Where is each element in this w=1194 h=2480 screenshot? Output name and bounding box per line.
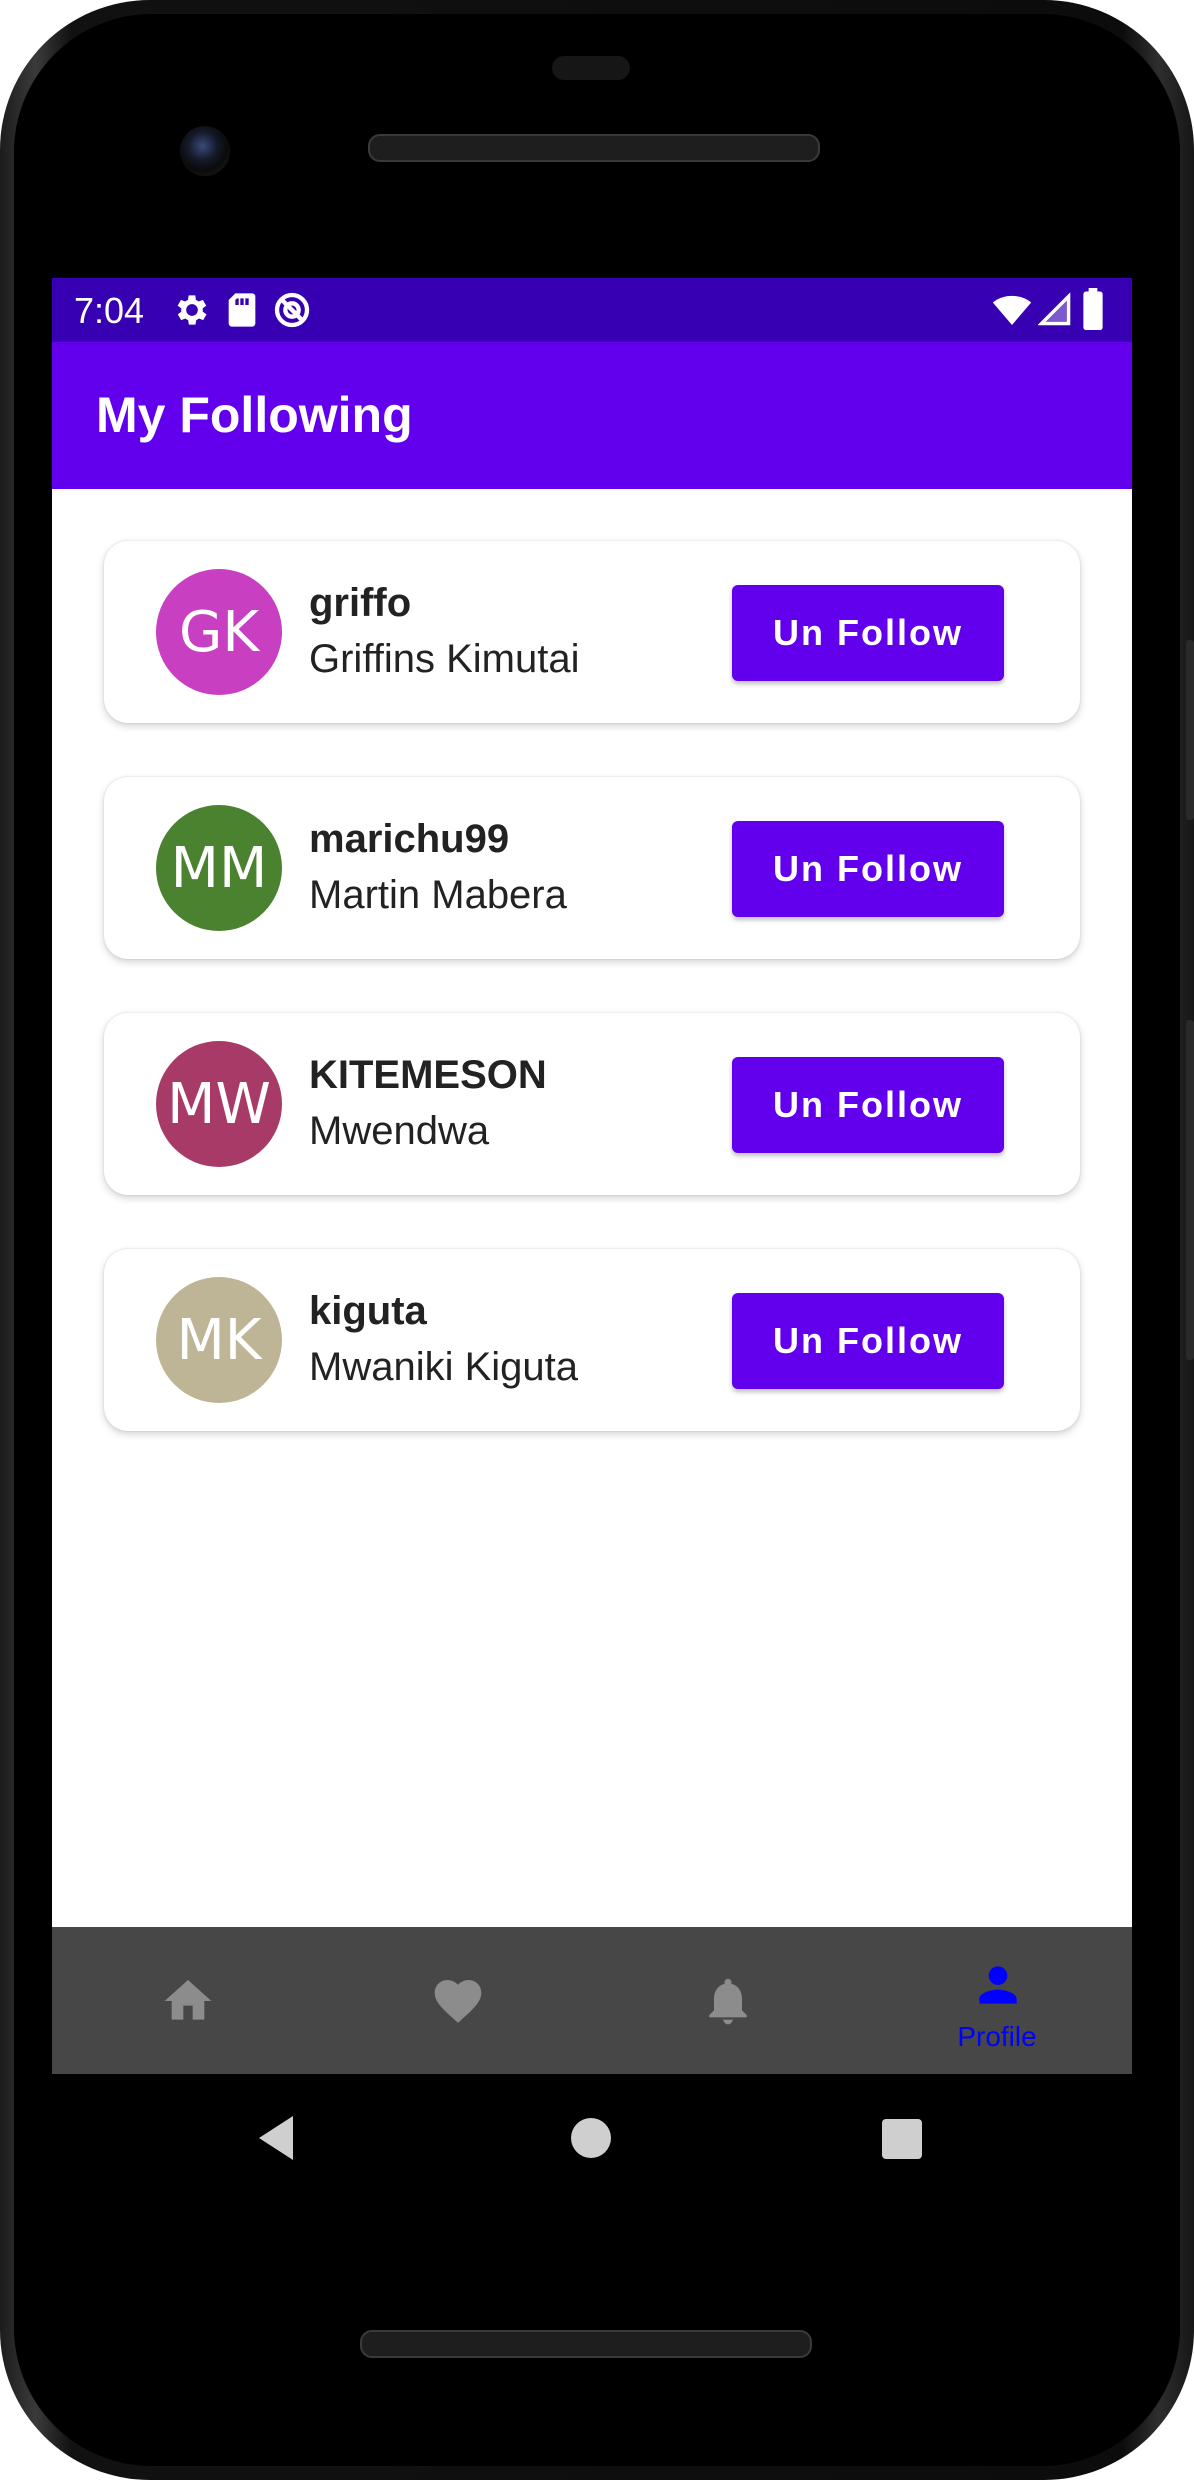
sd-card-icon [228,293,256,327]
proximity-sensor [552,56,630,80]
bottom-speaker [360,2330,812,2358]
nav-item-favorites[interactable] [322,1927,592,2074]
avatar: GK [156,569,282,695]
volume-button [1186,1020,1194,1360]
username: KITEMESON [309,1053,547,1097]
system-navigation [0,2074,1194,2204]
username: griffo [309,581,412,625]
sync-icon [274,292,310,328]
power-button [1186,640,1194,820]
full-name: Griffins Kimutai [309,637,580,681]
username: marichu99 [309,817,510,861]
battery-icon [1083,288,1103,330]
app-bar: My Following [52,342,1132,489]
nav-item-notifications[interactable] [592,1927,862,2074]
wifi-icon [992,295,1032,325]
front-camera [180,126,230,176]
list-item: MK kiguta Mwaniki Kiguta Un Follow [104,1249,1080,1431]
back-icon[interactable] [256,2114,298,2162]
avatar: MW [156,1041,282,1167]
phone-frame: 7:04 My Following GK griffo Griffins Kim… [0,0,1194,2480]
full-name: Martin Mabera [309,873,567,917]
person-icon [979,1966,1017,2004]
list-item: MM marichu99 Martin Mabera Un Follow [104,777,1080,959]
heart-icon [434,1980,482,2023]
bottom-navigation: Profile [52,1927,1132,2074]
unfollow-button[interactable]: Un Follow [732,1293,1004,1389]
list-item: MW KITEMESON Mwendwa Un Follow [104,1013,1080,1195]
recents-icon[interactable] [882,2119,922,2159]
avatar: MK [156,1277,282,1403]
nav-label-profile: Profile [957,2021,1037,2052]
unfollow-button[interactable]: Un Follow [732,585,1004,681]
status-bar: 7:04 [52,278,1132,342]
full-name: Mwaniki Kiguta [309,1345,579,1389]
list-item: GK griffo Griffins Kimutai Un Follow [104,541,1080,723]
unfollow-button[interactable]: Un Follow [732,1057,1004,1153]
avatar: MM [156,805,282,931]
home-circle-icon[interactable] [571,2118,611,2158]
gear-icon [177,295,207,325]
home-icon [164,1980,212,2020]
signal-icon [1038,292,1071,326]
unfollow-button[interactable]: Un Follow [732,821,1004,917]
page-title: My Following [96,387,413,443]
status-time: 7:04 [74,290,145,331]
app-screen: 7:04 My Following GK griffo Griffins Kim… [52,278,1132,2074]
nav-item-home[interactable] [52,1927,322,2074]
bell-icon [709,1978,747,2025]
earpiece-speaker [368,134,820,162]
full-name: Mwendwa [309,1109,490,1153]
nav-item-profile[interactable]: Profile [862,1927,1132,2074]
username: kiguta [309,1289,427,1333]
